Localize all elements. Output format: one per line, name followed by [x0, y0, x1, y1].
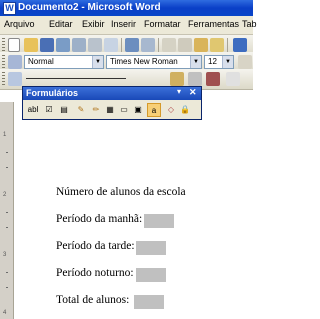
toolbar-grip[interactable]	[2, 38, 5, 53]
undo-icon[interactable]	[233, 38, 247, 52]
menu-exibir[interactable]: Exibir	[82, 19, 105, 29]
toolbar-separator	[158, 38, 159, 53]
draw-table-icon[interactable]: ✏	[89, 103, 103, 117]
form-field-options-icon[interactable]: ✎	[74, 103, 88, 117]
chevron-down-icon[interactable]: ▼	[222, 56, 233, 68]
toolbar-grip[interactable]	[2, 55, 5, 70]
email-icon[interactable]	[72, 38, 86, 52]
document-page[interactable]: Número de alunos da escola Período da ma…	[14, 120, 253, 319]
menu-editar[interactable]: Editar	[49, 19, 73, 29]
style-select[interactable]: Normal ▼	[24, 55, 104, 69]
menu-formatar[interactable]: Formatar	[144, 19, 181, 29]
ruler-tick	[6, 212, 8, 213]
insert-frame-icon[interactable]: ▣	[131, 103, 145, 117]
form-text-field-total[interactable]	[134, 295, 164, 309]
forms-toolbar: Formulários ▾ ✕ abl ☑ ▤ ✎ ✏ ▦ ▭ ▣ a ◇ 🔒	[22, 86, 202, 120]
chevron-down-icon[interactable]: ▼	[92, 56, 103, 68]
window-title: Documento2 - Microsoft Word	[18, 2, 161, 13]
toolbar-separator	[227, 38, 228, 53]
insert-table-icon[interactable]: ▦	[103, 103, 117, 117]
ruler-tick	[6, 227, 8, 228]
close-icon[interactable]: ✕	[189, 87, 197, 98]
toolbar-grip[interactable]	[2, 72, 5, 87]
toolbar-options-icon[interactable]	[238, 55, 252, 69]
menu-tabela[interactable]: Tab	[242, 19, 257, 29]
checkbox-form-field-icon[interactable]: ☑	[42, 103, 56, 117]
shapes-icon[interactable]	[226, 72, 240, 86]
text-form-field-button[interactable]: abl	[25, 103, 41, 117]
cut-icon[interactable]	[162, 38, 176, 52]
dropdown-form-field-icon[interactable]: ▤	[57, 103, 71, 117]
toolbar-separator	[121, 38, 122, 53]
insert-frame-icon[interactable]: ▭	[117, 103, 131, 117]
ruler-number: 3	[3, 252, 7, 258]
ruler-number: 2	[3, 192, 7, 198]
print-preview-icon[interactable]	[104, 38, 118, 52]
style-value: Normal	[28, 57, 54, 66]
research-icon[interactable]	[141, 38, 155, 52]
draw-icon[interactable]	[8, 72, 22, 86]
document-heading: Número de alunos da escola	[56, 186, 186, 198]
toolbar-options-icon[interactable]: ▾	[177, 87, 181, 96]
field-label-manha: Período da manhã:	[56, 213, 143, 225]
menu-arquivo[interactable]: Arquivo	[4, 19, 35, 29]
copy-icon[interactable]	[178, 38, 192, 52]
format-painter-icon[interactable]	[210, 38, 224, 52]
ruler-number: 4	[3, 310, 7, 316]
title-bar: W Documento2 - Microsoft Word	[0, 0, 253, 16]
save-icon[interactable]	[40, 38, 54, 52]
field-label-noturno: Período noturno:	[56, 267, 134, 279]
line-style-icon[interactable]	[26, 78, 126, 79]
font-color-icon[interactable]	[206, 72, 220, 86]
ruler-tick	[6, 272, 8, 273]
menu-bar: Arquivo Editar Exibir Inserir Formatar F…	[0, 16, 257, 35]
styles-pane-icon[interactable]	[8, 55, 22, 69]
font-value: Times New Roman	[110, 57, 178, 66]
open-folder-icon[interactable]	[24, 38, 38, 52]
print-icon[interactable]	[88, 38, 102, 52]
menu-inserir[interactable]: Inserir	[111, 19, 136, 29]
ruler-tick	[6, 287, 8, 288]
form-text-field-noturno[interactable]	[136, 268, 166, 282]
form-text-field-manha[interactable]	[144, 214, 174, 228]
protect-form-icon[interactable]: 🔒	[178, 103, 192, 117]
vertical-ruler[interactable]: 1 2 3 4	[0, 102, 14, 319]
forms-toolbar-title: Formulários	[26, 88, 79, 98]
forms-toolbar-titlebar[interactable]: Formulários ▾ ✕	[23, 87, 201, 100]
word-app-icon[interactable]: W	[3, 2, 16, 15]
menu-ferramentas[interactable]: Ferramentas	[188, 19, 239, 29]
spelling-icon[interactable]	[125, 38, 139, 52]
chevron-down-icon[interactable]: ▼	[190, 56, 201, 68]
paste-icon[interactable]	[194, 38, 208, 52]
reset-form-fields-icon[interactable]: ◇	[164, 103, 178, 117]
ruler-tick	[6, 152, 8, 153]
form-text-field-tarde[interactable]	[136, 241, 166, 255]
font-select[interactable]: Times New Roman ▼	[106, 55, 202, 69]
permission-icon[interactable]	[56, 38, 70, 52]
fill-color-icon[interactable]	[188, 72, 202, 86]
font-size-value: 12	[208, 57, 217, 66]
new-document-icon[interactable]	[8, 38, 20, 52]
font-size-select[interactable]: 12 ▼	[204, 55, 234, 69]
form-field-shading-icon[interactable]: a	[147, 103, 161, 117]
ruler-tick	[6, 167, 8, 168]
highlight-icon[interactable]	[170, 72, 184, 86]
field-label-tarde: Período da tarde:	[56, 240, 135, 252]
ruler-number: 1	[3, 132, 7, 138]
field-label-total: Total de alunos:	[56, 294, 130, 306]
